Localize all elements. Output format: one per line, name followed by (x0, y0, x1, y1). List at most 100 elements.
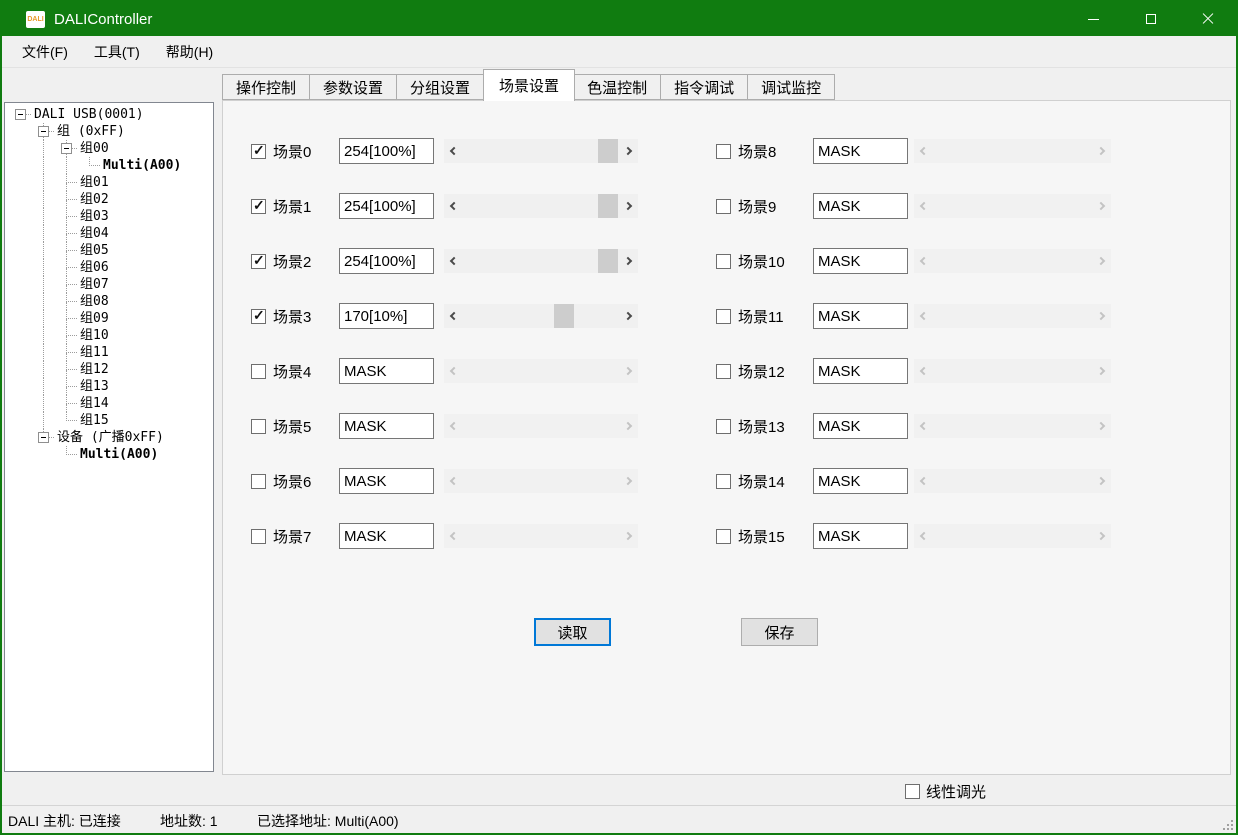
scene-value-field[interactable] (339, 138, 434, 164)
scrollbar-right-arrow-icon[interactable] (1091, 304, 1111, 328)
scene-value-field[interactable] (339, 193, 434, 219)
scrollbar-right-arrow-icon[interactable] (1091, 194, 1111, 218)
scene-checkbox[interactable] (251, 364, 266, 379)
tree-node[interactable]: Multi(A00) (5, 446, 213, 463)
tab-operation-control[interactable]: 操作控制 (222, 74, 310, 100)
tree-node[interactable]: 组00 (5, 140, 213, 157)
scrollbar-left-arrow-icon[interactable] (914, 304, 934, 328)
scrollbar-thumb[interactable] (554, 304, 574, 328)
menu-help[interactable]: 帮助(H) (153, 36, 226, 67)
scene-value-field[interactable] (813, 303, 908, 329)
scene-checkbox[interactable] (716, 199, 731, 214)
scrollbar-left-arrow-icon[interactable] (444, 249, 464, 273)
scene-value-field[interactable] (813, 138, 908, 164)
scene-checkbox[interactable] (716, 529, 731, 544)
scrollbar-left-arrow-icon[interactable] (444, 304, 464, 328)
menu-file[interactable]: 文件(F) (9, 36, 81, 67)
scrollbar-track[interactable] (934, 414, 1091, 438)
scene-checkbox[interactable] (716, 419, 731, 434)
scene-checkbox[interactable] (251, 419, 266, 434)
scene-scrollbar[interactable] (444, 304, 638, 328)
tab-parameter-settings[interactable]: 参数设置 (310, 74, 397, 100)
scene-checkbox[interactable] (251, 309, 266, 324)
scene-value-field[interactable] (339, 523, 434, 549)
scrollbar-thumb[interactable] (598, 249, 618, 273)
save-button[interactable]: 保存 (741, 618, 818, 646)
scrollbar-track[interactable] (934, 249, 1091, 273)
tree-node[interactable]: 组07 (5, 276, 213, 293)
scene-checkbox[interactable] (716, 474, 731, 489)
scrollbar-left-arrow-icon[interactable] (914, 414, 934, 438)
scene-checkbox[interactable] (716, 144, 731, 159)
scene-checkbox[interactable] (716, 309, 731, 324)
scene-value-field[interactable] (813, 523, 908, 549)
tree-node[interactable]: DALI USB(0001) (5, 106, 213, 123)
scrollbar-right-arrow-icon[interactable] (1091, 469, 1111, 493)
scrollbar-right-arrow-icon[interactable] (618, 359, 638, 383)
tree-collapse-icon[interactable] (38, 126, 49, 137)
scrollbar-track[interactable] (934, 359, 1091, 383)
scrollbar-right-arrow-icon[interactable] (618, 469, 638, 493)
tab-debug-monitor[interactable]: 调试监控 (748, 74, 835, 100)
scene-value-field[interactable] (339, 358, 434, 384)
tree-node[interactable]: 组04 (5, 225, 213, 242)
tree-node[interactable]: 组05 (5, 242, 213, 259)
scene-checkbox[interactable] (251, 529, 266, 544)
tree-node[interactable]: Multi(A00) (5, 157, 213, 174)
scrollbar-left-arrow-icon[interactable] (914, 194, 934, 218)
scrollbar-left-arrow-icon[interactable] (914, 139, 934, 163)
tab-color-temperature-control[interactable]: 色温控制 (574, 74, 661, 100)
tree-node[interactable]: 组11 (5, 344, 213, 361)
linear-dimming-checkbox[interactable] (905, 784, 920, 799)
scrollbar-left-arrow-icon[interactable] (444, 414, 464, 438)
read-button[interactable]: 读取 (534, 618, 611, 646)
scene-value-field[interactable] (339, 468, 434, 494)
resize-grip-icon[interactable] (1221, 818, 1233, 830)
tab-command-debug[interactable]: 指令调试 (661, 74, 748, 100)
scene-value-field[interactable] (813, 248, 908, 274)
scene-value-field[interactable] (813, 468, 908, 494)
scene-value-field[interactable] (813, 413, 908, 439)
tree-node[interactable]: 组06 (5, 259, 213, 276)
scrollbar-right-arrow-icon[interactable] (1091, 359, 1111, 383)
scrollbar-left-arrow-icon[interactable] (914, 359, 934, 383)
scrollbar-track[interactable] (464, 304, 618, 328)
tree-node[interactable]: 组12 (5, 361, 213, 378)
scrollbar-right-arrow-icon[interactable] (618, 304, 638, 328)
scrollbar-track[interactable] (934, 139, 1091, 163)
tree-node[interactable]: 组09 (5, 310, 213, 327)
scrollbar-thumb[interactable] (598, 194, 618, 218)
scene-checkbox[interactable] (251, 254, 266, 269)
scrollbar-track[interactable] (464, 139, 618, 163)
scrollbar-track[interactable] (464, 359, 618, 383)
scrollbar-track[interactable] (464, 414, 618, 438)
scrollbar-right-arrow-icon[interactable] (618, 194, 638, 218)
tab-scene-settings[interactable]: 场景设置 (483, 69, 575, 101)
scene-checkbox[interactable] (251, 144, 266, 159)
scrollbar-track[interactable] (934, 524, 1091, 548)
tree-node[interactable]: 组10 (5, 327, 213, 344)
scrollbar-track[interactable] (464, 524, 618, 548)
scrollbar-left-arrow-icon[interactable] (914, 524, 934, 548)
scrollbar-track[interactable] (464, 249, 618, 273)
scrollbar-track[interactable] (934, 194, 1091, 218)
tree-collapse-icon[interactable] (61, 143, 72, 154)
scene-checkbox[interactable] (251, 474, 266, 489)
scene-scrollbar[interactable] (444, 249, 638, 273)
menu-tools[interactable]: 工具(T) (81, 36, 153, 67)
scrollbar-left-arrow-icon[interactable] (444, 359, 464, 383)
tree-collapse-icon[interactable] (38, 432, 49, 443)
scene-value-field[interactable] (339, 413, 434, 439)
scene-checkbox[interactable] (716, 254, 731, 269)
scrollbar-left-arrow-icon[interactable] (444, 469, 464, 493)
scene-value-field[interactable] (813, 193, 908, 219)
scrollbar-right-arrow-icon[interactable] (1091, 524, 1111, 548)
scene-value-field[interactable] (339, 303, 434, 329)
tree-node[interactable]: 组 (0xFF) (5, 123, 213, 140)
scrollbar-right-arrow-icon[interactable] (618, 524, 638, 548)
tree-node[interactable]: 组13 (5, 378, 213, 395)
maximize-button[interactable] (1122, 2, 1179, 36)
tab-group-settings[interactable]: 分组设置 (397, 74, 484, 100)
scene-checkbox[interactable] (251, 199, 266, 214)
scrollbar-left-arrow-icon[interactable] (444, 524, 464, 548)
